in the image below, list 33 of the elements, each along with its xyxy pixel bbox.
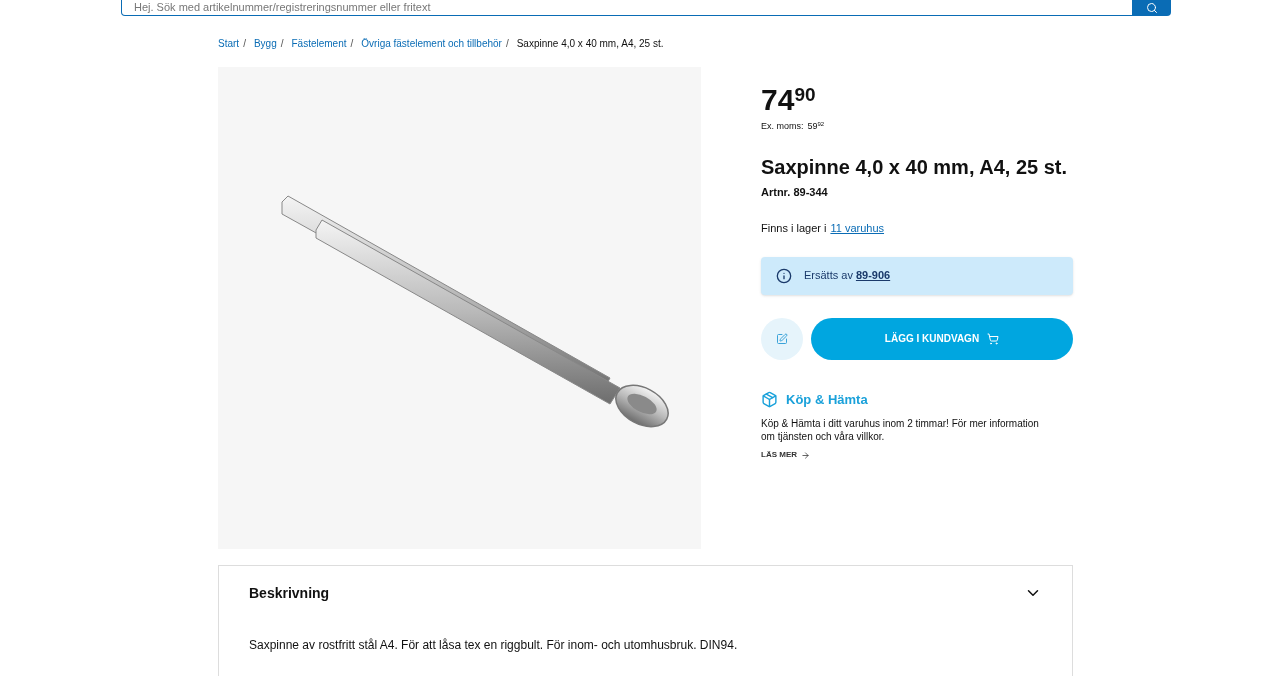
info-icon xyxy=(776,267,792,284)
search-button[interactable] xyxy=(1133,0,1171,16)
product-title: Saxpinne 4,0 x 40 mm, A4, 25 st. xyxy=(761,154,1069,180)
click-collect-title: Köp & Hämta xyxy=(786,390,868,409)
stock-link[interactable]: 11 varuhus xyxy=(830,220,885,237)
stock-text: Finns i lager i xyxy=(761,221,827,236)
breadcrumb-link[interactable]: Start xyxy=(218,35,240,51)
ex-vat-label: Ex. moms: xyxy=(761,120,804,133)
breadcrumb-link[interactable]: Bygg xyxy=(253,35,277,51)
package-icon xyxy=(761,390,778,408)
breadcrumb-link[interactable]: Fästelement xyxy=(291,35,347,51)
breadcrumb-current: Saxpinne 4,0 x 40 mm, A4, 25 st. xyxy=(516,36,664,51)
notice-link[interactable]: 89-906 xyxy=(855,267,891,284)
arrow-right-icon xyxy=(801,450,810,460)
price: 74 xyxy=(761,85,795,115)
description-title: Beskrivning xyxy=(249,583,330,603)
breadcrumb-separator: / xyxy=(243,36,246,51)
cart-icon xyxy=(987,332,1000,345)
article-number: Artnr. 89-344 xyxy=(761,184,829,200)
ex-vat-price: 59$^{92}$ xyxy=(807,120,825,133)
description-text: Saxpinne av rostfritt stål A4. För att låsa tex en riggbult. För inom- och utomhusbruk. DIN94. xyxy=(249,637,739,654)
breadcrumb-separator: / xyxy=(505,36,509,51)
click-collect-text: Köp & Hämta i ditt varuhus inom 2 timmar! För mer information om tjänsten och våra villkor. xyxy=(761,417,1040,443)
search-field[interactable]: Hej. Sök med artikelnummer/registreringsnummer eller fritext xyxy=(121,0,1133,16)
breadcrumb-separator: / xyxy=(280,36,284,51)
read-more-link[interactable]: LÄS MER xyxy=(761,449,1073,461)
price-decimals: 90 xyxy=(794,85,816,104)
edit-icon xyxy=(776,332,788,345)
description-header[interactable]: Beskrivning xyxy=(249,566,1042,620)
breadcrumb-separator: / xyxy=(350,36,354,51)
search-icon xyxy=(1146,2,1158,14)
notice-text: Ersätts av xyxy=(804,268,853,284)
breadcrumb-link[interactable]: Övriga fästelement och tillbehör xyxy=(361,35,502,51)
